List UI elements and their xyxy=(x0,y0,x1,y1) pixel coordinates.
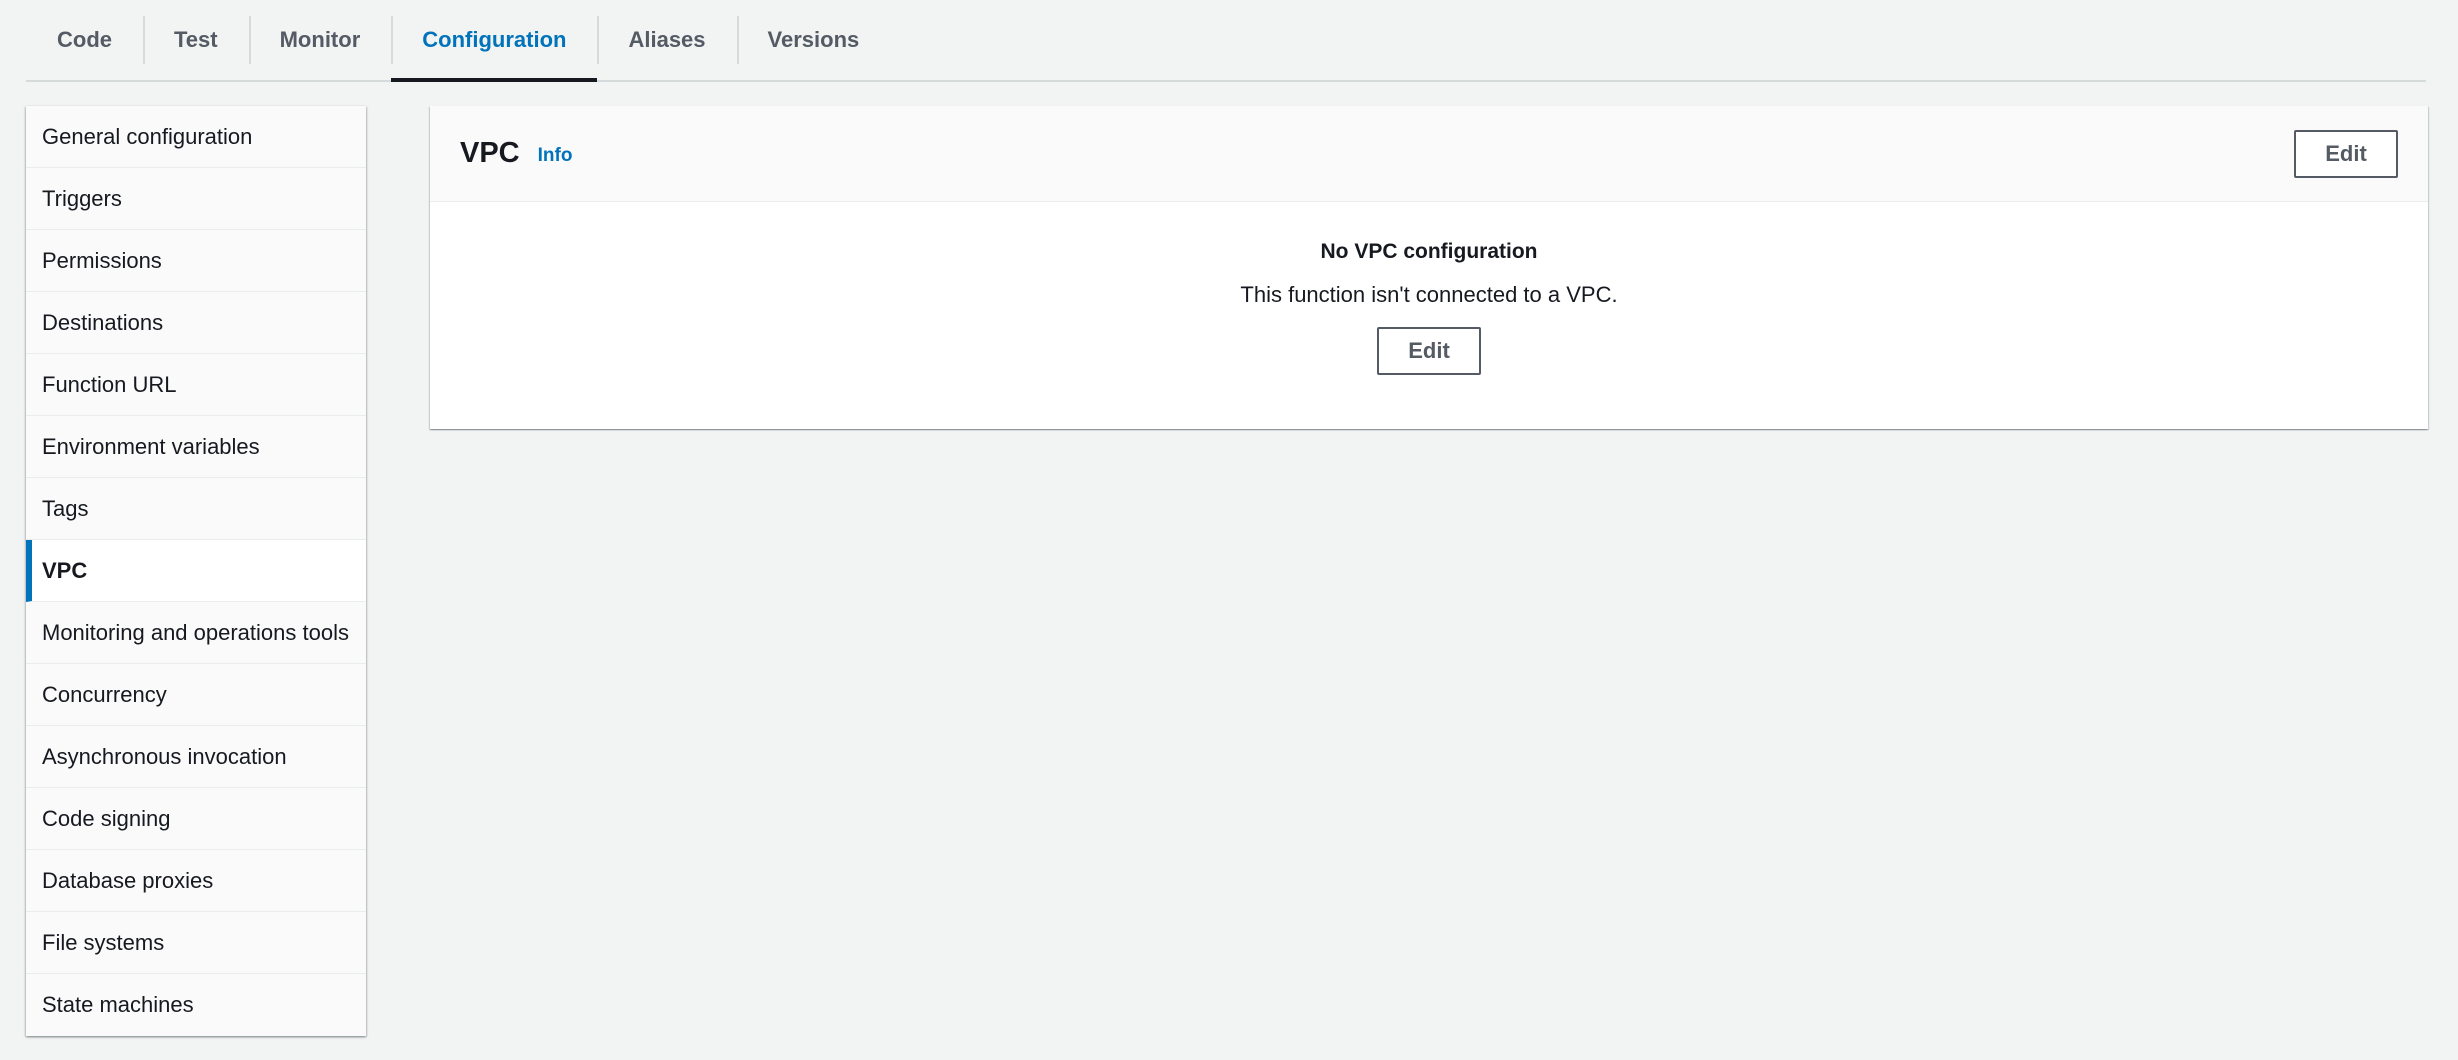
sidebar-item-destinations[interactable]: Destinations xyxy=(26,292,366,354)
sidebar-item-database-proxies[interactable]: Database proxies xyxy=(26,850,366,912)
panel-header: VPC Info Edit xyxy=(430,106,2428,202)
tab-bar: Code Test Monitor Configuration Aliases … xyxy=(26,0,2426,82)
sidebar-item-file-systems[interactable]: File systems xyxy=(26,912,366,974)
tab-test[interactable]: Test xyxy=(143,0,249,80)
tab-monitor[interactable]: Monitor xyxy=(248,0,392,80)
empty-state-description: This function isn't connected to a VPC. xyxy=(1240,282,1618,307)
panel-title: VPC xyxy=(460,137,520,169)
sidebar-item-concurrency[interactable]: Concurrency xyxy=(26,664,366,726)
sidebar-item-state-machines[interactable]: State machines xyxy=(26,974,366,1036)
sidebar-item-triggers[interactable]: Triggers xyxy=(26,168,366,230)
sidebar-item-tags[interactable]: Tags xyxy=(26,478,366,540)
tab-code[interactable]: Code xyxy=(26,0,143,80)
configuration-side-nav: General configuration Triggers Permissio… xyxy=(26,106,366,1036)
sidebar-item-permissions[interactable]: Permissions xyxy=(26,230,366,292)
edit-button[interactable]: Edit xyxy=(2294,130,2398,178)
sidebar-item-environment-variables[interactable]: Environment variables xyxy=(26,416,366,478)
sidebar-item-vpc[interactable]: VPC xyxy=(26,540,366,602)
sidebar-item-monitoring-and-operations-tools[interactable]: Monitoring and operations tools xyxy=(26,602,366,664)
sidebar-item-function-url[interactable]: Function URL xyxy=(26,354,366,416)
sidebar-item-asynchronous-invocation[interactable]: Asynchronous invocation xyxy=(26,726,366,788)
panel-body: No VPC configuration This function isn't… xyxy=(430,240,2428,375)
tab-configuration[interactable]: Configuration xyxy=(391,0,598,82)
vpc-panel: VPC Info Edit No VPC configuration This … xyxy=(430,106,2428,429)
empty-state-edit-button[interactable]: Edit xyxy=(1377,327,1481,375)
info-link[interactable]: Info xyxy=(538,145,573,167)
sidebar-item-code-signing[interactable]: Code signing xyxy=(26,788,366,850)
tab-aliases[interactable]: Aliases xyxy=(597,0,736,80)
sidebar-item-general-configuration[interactable]: General configuration xyxy=(26,106,366,168)
empty-state-title: No VPC configuration xyxy=(1320,240,1538,263)
tab-versions[interactable]: Versions xyxy=(736,0,891,80)
